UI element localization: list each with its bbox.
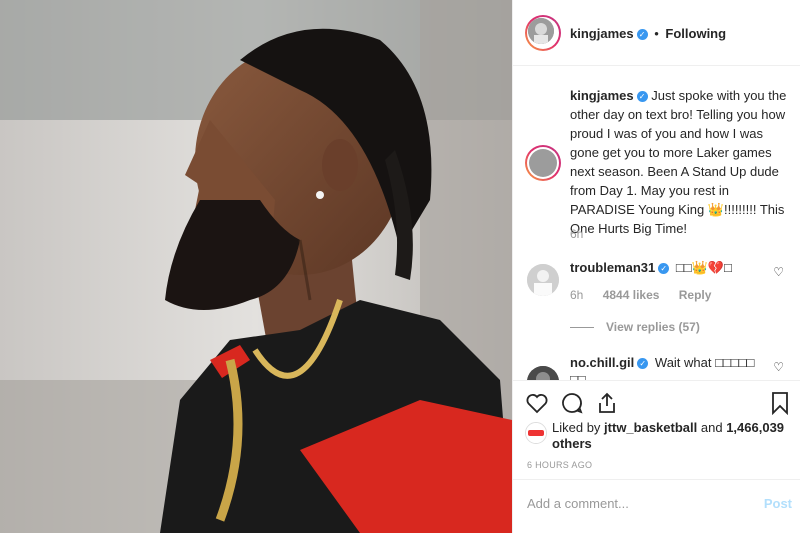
view-replies-label[interactable]: View replies (57) bbox=[606, 320, 700, 334]
comment-2-like-icon[interactable]: ♡ bbox=[773, 360, 784, 374]
comment-1-reply[interactable]: Reply bbox=[679, 288, 712, 302]
comment-1: troubleman31 ✓ □□👑💔□ bbox=[570, 260, 732, 276]
comment-1-like-icon[interactable]: ♡ bbox=[773, 265, 784, 279]
comments-section[interactable]: kingjames ✓ Just spoke with you the other… bbox=[513, 66, 800, 380]
heart-icon[interactable] bbox=[525, 391, 549, 415]
post-photo-illustration bbox=[0, 0, 512, 533]
instagram-post: kingjames ✓ • Following kingjames ✓ Just s… bbox=[0, 0, 800, 533]
comment-avatar[interactable] bbox=[527, 264, 559, 296]
verified-icon: ✓ bbox=[658, 263, 670, 275]
replies-divider bbox=[570, 327, 594, 329]
caption-avatar[interactable] bbox=[525, 145, 561, 181]
caption-body: Just spoke with you the other day on tex… bbox=[570, 88, 787, 236]
comment-input[interactable]: Add a comment... bbox=[527, 496, 629, 511]
comment-1-meta: 6h 4844 likes Reply bbox=[570, 288, 727, 302]
verified-icon: ✓ bbox=[636, 91, 648, 103]
post-comment-button[interactable]: Post bbox=[764, 496, 792, 511]
view-replies[interactable]: View replies (57) bbox=[570, 320, 700, 334]
post-photo[interactable] bbox=[0, 0, 512, 533]
post-timestamp[interactable]: 6 HOURS AGO bbox=[527, 460, 592, 470]
comment-1-likes[interactable]: 4844 likes bbox=[603, 288, 660, 302]
liker-username[interactable]: jttw_basketball bbox=[604, 420, 697, 435]
caption-text: kingjames ✓ Just spoke with you the other… bbox=[570, 86, 792, 238]
add-comment-bar: Add a comment... Post bbox=[513, 479, 800, 531]
author-username[interactable]: kingjames bbox=[570, 26, 634, 41]
post-header: kingjames ✓ • Following bbox=[513, 0, 800, 66]
comment-avatar[interactable] bbox=[527, 366, 559, 380]
comment-1-time[interactable]: 6h bbox=[570, 288, 583, 302]
author-avatar[interactable] bbox=[525, 15, 561, 51]
bookmark-icon[interactable] bbox=[768, 391, 792, 415]
likes-connector: and bbox=[700, 420, 723, 435]
caption-time[interactable]: 6h bbox=[570, 227, 583, 241]
comment-2-username[interactable]: no.chill.gil bbox=[570, 355, 634, 370]
likes-prefix: Liked by bbox=[552, 420, 601, 435]
verified-icon: ✓ bbox=[637, 358, 649, 370]
post-side-panel: kingjames ✓ • Following kingjames ✓ Just s… bbox=[512, 0, 800, 533]
header-text: kingjames ✓ • Following bbox=[570, 26, 726, 41]
share-icon[interactable] bbox=[595, 391, 619, 415]
comment-1-text: □□👑💔□ bbox=[675, 260, 732, 275]
caption-username[interactable]: kingjames bbox=[570, 88, 634, 103]
likes-text: Liked by jttw_basketball and 1,466,039 o… bbox=[552, 420, 792, 452]
verified-icon: ✓ bbox=[636, 29, 648, 41]
header-separator: • bbox=[654, 26, 659, 41]
comment-2: no.chill.gil ✓ Wait what □□□□□ □□ bbox=[570, 354, 760, 380]
comment-1-username[interactable]: troubleman31 bbox=[570, 260, 655, 275]
comment-icon[interactable] bbox=[560, 391, 584, 415]
following-button[interactable]: Following bbox=[665, 26, 726, 41]
action-bar bbox=[513, 380, 800, 420]
liker-avatar[interactable] bbox=[525, 422, 547, 444]
